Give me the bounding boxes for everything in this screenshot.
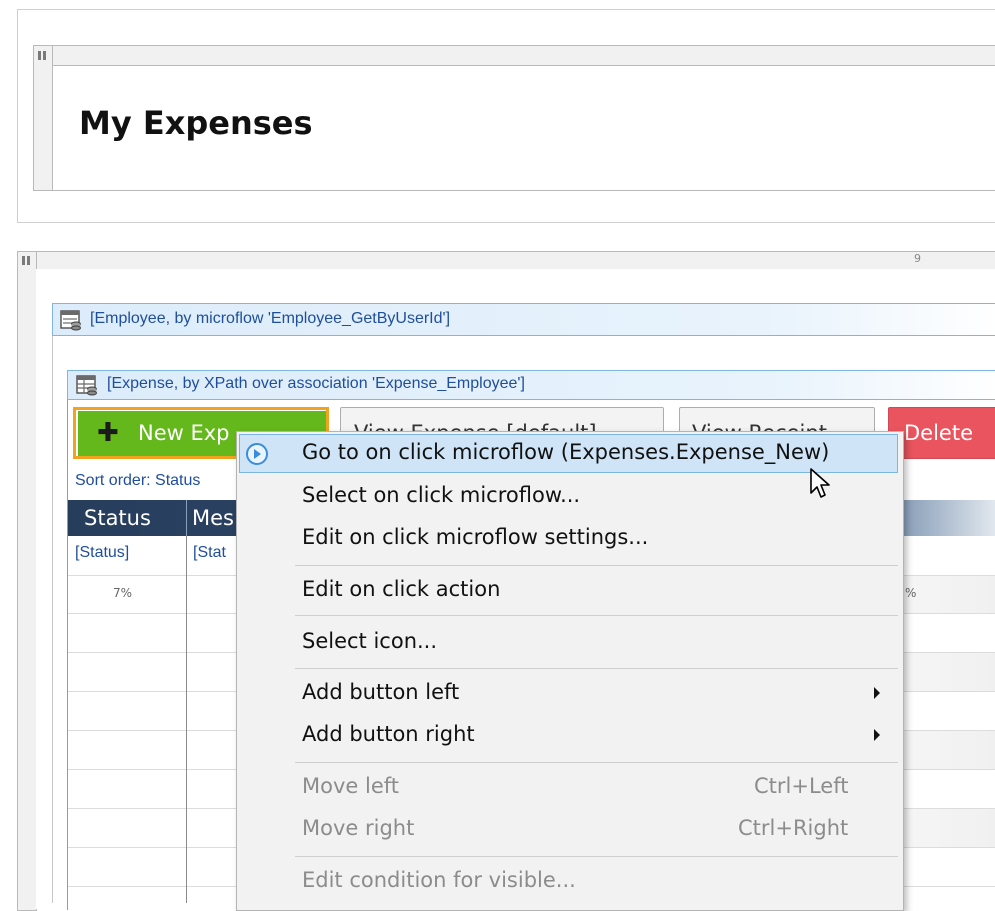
mouse-cursor-icon [810,468,830,498]
menu-separator [295,762,898,763]
column-divider [186,536,187,903]
menu-item-move-left[interactable]: Move left [302,774,399,798]
page-title: My Expenses [79,104,313,142]
header-container-handle[interactable] [33,45,53,191]
menu-item-edit-microflow-settings[interactable]: Edit on click microflow settings... [302,525,648,549]
datagrid-entity-icon [76,375,97,396]
expense-datagrid-label: [Expense, by XPath over association 'Exp… [107,375,525,392]
menu-item-add-button-right[interactable]: Add button right [302,722,475,746]
sort-order-label[interactable]: Sort order: Status [75,472,200,490]
column-width-right: % [905,586,917,600]
grip-icon [38,51,41,60]
submenu-arrow-icon [874,729,880,741]
grip-icon [43,51,46,60]
grip-icon [22,256,25,265]
menu-item-select-icon[interactable]: Select icon... [302,629,437,653]
grip-icon [27,256,30,265]
column-header-status[interactable]: Status [84,506,151,530]
menu-item-select-microflow[interactable]: Select on click microflow... [302,483,580,507]
menu-separator [295,668,898,669]
menu-item-go-to-microflow[interactable]: Go to on click microflow (Expenses.Expen… [302,440,829,464]
shortcut-move-left: Ctrl+Left [754,774,849,798]
content-container-handle[interactable] [17,251,37,911]
submenu-arrow-icon [874,687,880,699]
header-container-bar[interactable] [33,45,995,66]
menu-item-move-right[interactable]: Move right [302,816,414,840]
plus-icon: ✚ [97,418,119,448]
employee-dataview-label: [Employee, by microflow 'Employee_GetByU… [90,310,451,327]
play-circle-icon [246,443,268,465]
menu-separator [295,615,898,616]
cell-status-attribute[interactable]: [Status] [75,544,129,562]
content-container-bar[interactable] [17,251,995,270]
column-width-status: 7% [113,586,133,600]
menu-item-add-button-left[interactable]: Add button left [302,680,459,704]
menu-item-edit-condition-visible[interactable]: Edit condition for visible... [302,868,576,892]
cell-message-attribute[interactable]: [Stat [193,544,226,562]
delete-label: Delete [904,421,973,445]
column-number: 9 [914,252,921,265]
menu-item-edit-on-click-action[interactable]: Edit on click action [302,577,500,601]
menu-separator [295,856,898,857]
column-header-message[interactable]: Mes [192,506,234,530]
new-expense-label: New Exp [138,421,230,445]
dataview-entity-icon [60,310,81,331]
menu-separator [295,565,898,566]
column-header-divider [186,500,187,536]
shortcut-move-right: Ctrl+Right [738,816,849,840]
